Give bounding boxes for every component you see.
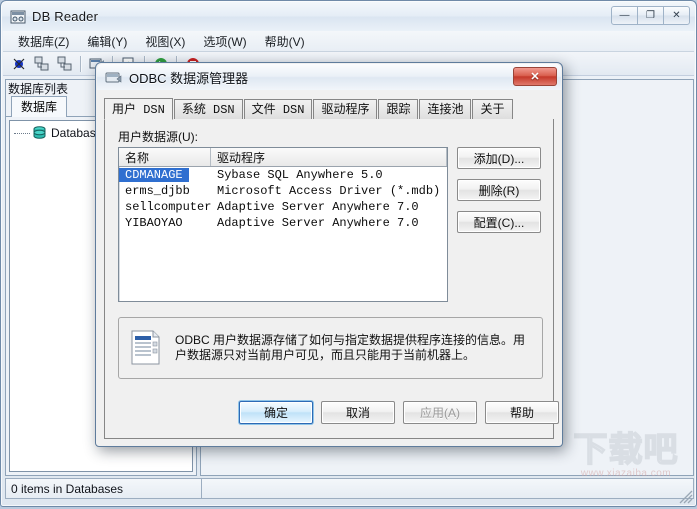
tab-drivers[interactable]: 驱动程序 [313,99,378,119]
status-pane-secondary [202,479,693,498]
close-button[interactable]: ✕ [663,6,690,25]
menubar: 数据库(Z) 编辑(Y) 视图(X) 选项(W) 帮助(V) [3,31,694,52]
tab-file-dsn[interactable]: 文件 DSN [243,99,313,119]
description-text: ODBC 用户数据源存储了如何与指定数据提供程序连接的信息。用户数据源只对当前用… [175,333,526,362]
cancel-button[interactable]: 取消 [321,401,395,424]
app-title: DB Reader [32,9,99,24]
server-alt-icon[interactable] [54,54,75,74]
menu-item-view[interactable]: 视图(X) [136,31,194,52]
odbc-data-source-administrator-dialog: ODBC 数据源管理器 ✕ 用户 DSN 系统 DSN 文件 DSN 驱动程序 … [95,62,563,447]
statusbar: 0 items in Databases [5,478,694,499]
ok-button[interactable]: 确定 [239,401,313,424]
user-data-sources-label: 用户数据源(U): [118,130,198,144]
tab-system-dsn[interactable]: 系统 DSN [173,99,243,119]
tab-database[interactable]: 数据库 [11,96,68,117]
data-source-icon [129,329,163,367]
remove-button[interactable]: 删除(R) [457,179,541,201]
dialog-close-button[interactable]: ✕ [513,67,557,86]
menu-item-help[interactable]: 帮助(V) [256,31,314,52]
tree-connector [14,132,30,134]
window-titlebar: DB Reader — ❐ ✕ [2,2,695,31]
dialog-title: ODBC 数据源管理器 [129,70,249,86]
dialog-tabstrip: 用户 DSN 系统 DSN 文件 DSN 驱动程序 跟踪 连接池 关于 [104,98,554,120]
data-source-actions: 添加(D)... 删除(R) 配置(C)... [457,147,543,243]
table-row[interactable]: sellcomputer Adaptive Server Anywhere 7.… [119,199,447,215]
tab-user-dsn[interactable]: 用户 DSN [104,98,173,120]
cell-name: sellcomputer [125,200,212,214]
menu-item-options[interactable]: 选项(W) [194,31,255,52]
odbc-icon [105,70,122,85]
cell-driver: Microsoft Access Driver (*.mdb) [217,184,441,198]
table-row[interactable]: erms_djbb Microsoft Access Driver (*.mdb… [119,183,447,199]
maximize-button[interactable]: ❐ [637,6,664,25]
server-icon[interactable] [31,54,52,74]
status-text: 0 items in Databases [6,479,202,498]
table-row[interactable]: YIBAOYAO Adaptive Server Anywhere 7.0 [119,215,447,231]
dialog-titlebar: ODBC 数据源管理器 ✕ [97,64,561,90]
dialog-footer-buttons: 确定 取消 应用(A) 帮助 [105,401,569,424]
list-header: 名称 驱动程序 [119,148,447,167]
cell-driver: Adaptive Server Anywhere 7.0 [217,216,419,230]
table-row[interactable]: CDMANAGE Sybase SQL Anywhere 5.0 [119,167,447,183]
data-source-list[interactable]: 名称 驱动程序 CDMANAGE Sybase SQL Anywhere 5.0… [118,147,448,302]
apply-button: 应用(A) [403,401,477,424]
cell-driver: Adaptive Server Anywhere 7.0 [217,200,419,214]
cell-driver: Sybase SQL Anywhere 5.0 [217,168,383,182]
user-dsn-panel: 用户数据源(U): 名称 驱动程序 CDMANAGE Sybase SQL An… [104,119,559,439]
app-icon [10,9,26,25]
cell-name: CDMANAGE [119,168,189,182]
resize-grip[interactable] [679,490,693,504]
connect-icon[interactable] [8,54,29,74]
configure-button[interactable]: 配置(C)... [457,211,541,233]
dialog-body: 用户 DSN 系统 DSN 文件 DSN 驱动程序 跟踪 连接池 关于 用户数据… [97,90,561,446]
column-header-name[interactable]: 名称 [119,148,211,166]
menu-item-edit[interactable]: 编辑(Y) [78,31,136,52]
database-icon [32,126,47,140]
column-header-driver[interactable]: 驱动程序 [211,148,447,166]
tab-about[interactable]: 关于 [472,99,513,119]
tab-connection-pooling[interactable]: 连接池 [419,99,472,119]
row-name-wrap: CDMANAGE [119,168,211,182]
menu-item-database[interactable]: 数据库(Z) [9,31,78,52]
help-button[interactable]: 帮助 [485,401,559,424]
window-controls: — ❐ ✕ [611,6,690,25]
toolbar-separator [80,55,81,72]
cell-name: YIBAOYAO [125,216,183,230]
minimize-button[interactable]: — [611,6,638,25]
description-box: ODBC 用户数据源存储了如何与指定数据提供程序连接的信息。用户数据源只对当前用… [118,317,543,379]
add-button[interactable]: 添加(D)... [457,147,541,169]
cell-name: erms_djbb [125,184,190,198]
tab-tracing[interactable]: 跟踪 [378,99,419,119]
